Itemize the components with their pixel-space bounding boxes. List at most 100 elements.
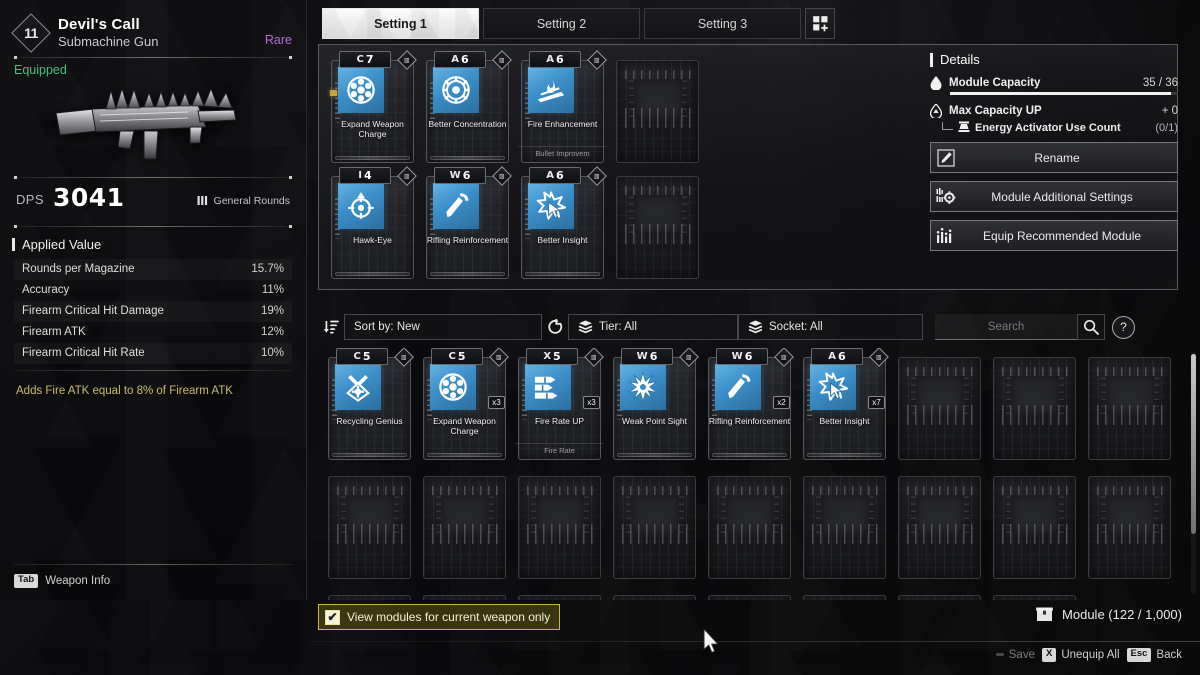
module-card-footer — [525, 272, 600, 276]
sort-by-label: Sort by: New — [354, 321, 420, 333]
details-header: Details — [930, 52, 1178, 67]
module-slot-body — [328, 595, 411, 600]
module-name: Fire Rate UP — [534, 416, 585, 426]
stat-row: Firearm Critical Hit Damage 19% — [14, 301, 292, 322]
module-socket-symbol: C — [448, 350, 456, 362]
module-slot-empty[interactable] — [702, 586, 797, 600]
module-card-footer — [332, 453, 407, 457]
module-card[interactable]: W 6 ▥ Weak Point Sight — [607, 348, 702, 463]
module-quantity-badge: x3 — [488, 396, 505, 409]
help-button[interactable]: ? — [1112, 315, 1135, 339]
tab-setting-2[interactable]: Setting 2 — [483, 8, 640, 39]
recycle-arrows-icon — [335, 364, 381, 410]
weapon-info-key: Tab — [14, 574, 39, 588]
sort-descending-icon[interactable] — [318, 319, 344, 335]
droplet-icon — [930, 76, 942, 90]
module-cost-value: 6 — [461, 53, 469, 66]
module-card[interactable]: A 6 ▥ x7 Better Insight — [797, 348, 892, 463]
module-slot-empty[interactable] — [607, 467, 702, 582]
module-count: Module (122 / 1,000) — [1036, 606, 1182, 622]
add-setting-button[interactable] — [805, 8, 835, 39]
module-slot-empty[interactable] — [1082, 467, 1177, 582]
module-slot-empty[interactable] — [797, 467, 892, 582]
module-slot-empty[interactable] — [322, 586, 417, 600]
dps-label: DPS — [16, 191, 44, 207]
stat-row: Accuracy 11% — [14, 280, 292, 301]
module-tier-badge: ▥ — [774, 348, 794, 367]
module-card[interactable]: W 6 ▥ x2 Rifling Reinforcement — [702, 348, 797, 463]
sort-by-dropdown[interactable]: Sort by: New — [344, 314, 542, 340]
module-tier-badge: ▥ — [394, 348, 414, 367]
weapon-info-hint[interactable]: Tab Weapon Info — [0, 574, 307, 600]
module-card[interactable]: I 4 ▥ Hawk-Eye — [325, 166, 420, 282]
details-title: Details — [940, 52, 980, 67]
stat-name: Firearm ATK — [22, 326, 86, 339]
module-card[interactable]: A 6 ▥ Fire Enhancement Bullet Improvem — [515, 50, 610, 166]
module-slot-empty[interactable] — [797, 586, 892, 600]
tier-filter-dropdown[interactable]: Tier: All — [568, 314, 738, 340]
socket-filter-dropdown[interactable]: Socket: All — [738, 314, 923, 340]
module-slot-empty[interactable] — [512, 586, 607, 600]
module-card[interactable]: A 6 ▥ Better Concentration — [420, 50, 515, 166]
module-slot-empty[interactable] — [702, 467, 797, 582]
inventory-scrollbar-thumb[interactable] — [1191, 354, 1196, 534]
module-cost-value: 5 — [553, 350, 561, 363]
module-card[interactable]: A 6 ▥ Better Insight — [515, 166, 610, 282]
module-slot-empty[interactable] — [417, 467, 512, 582]
module-slot-empty[interactable] — [610, 51, 705, 166]
max-capacity-value: + 0 — [1161, 105, 1178, 117]
module-tier-badge: ▥ — [587, 166, 607, 186]
module-slot-empty[interactable] — [987, 586, 1082, 600]
general-rounds-icon — [197, 196, 207, 206]
module-slot-empty[interactable] — [322, 467, 417, 582]
module-card[interactable]: X 5 ▥ x3 Fire Rate UP Fire Rate — [512, 348, 607, 463]
module-cost-value: 6 — [838, 350, 846, 363]
module-slot-empty[interactable] — [892, 586, 987, 600]
module-slot-empty[interactable] — [1082, 348, 1177, 463]
module-slot-empty[interactable] — [892, 467, 987, 582]
divider — [307, 641, 1200, 642]
module-slot-body — [1088, 357, 1171, 460]
key-hint[interactable]: Esc Back — [1126, 648, 1182, 662]
module-slot-body — [708, 595, 791, 600]
module-slot-empty[interactable] — [610, 167, 705, 282]
applied-value-header: Applied Value — [0, 227, 306, 259]
module-card-footer — [430, 156, 505, 160]
equip-recommended-module-button[interactable]: Equip Recommended Module — [930, 220, 1178, 251]
key-hint-key: X — [1041, 648, 1057, 662]
module-slot-body — [898, 595, 981, 600]
module-card[interactable]: W 6 ▥ Rifling Reinforcement — [420, 166, 515, 282]
module-slot-empty[interactable] — [892, 348, 987, 463]
module-card[interactable]: C 7 ▥ Expand Weapon Charge — [325, 50, 420, 166]
max-capacity-label: Max Capacity UP — [949, 105, 1042, 117]
module-card[interactable]: C 5 ▥ Recycling Genius — [322, 348, 417, 463]
search-button[interactable] — [1077, 314, 1105, 340]
key-hint[interactable]: X Unequip All — [1041, 648, 1120, 662]
module-additional-settings-button[interactable]: Module Additional Settings — [930, 181, 1178, 212]
module-cost-badge: W 6 — [434, 167, 486, 184]
module-card-footer — [807, 453, 882, 457]
module-card-footer — [335, 156, 410, 160]
module-card[interactable]: C 5 ▥ x3 Expand Weapon Charge — [417, 348, 512, 463]
key-hint[interactable]: Save — [995, 649, 1035, 661]
socket-filter-label: Socket: All — [769, 321, 823, 333]
module-socket-symbol: A — [546, 169, 555, 181]
current-weapon-only-checkbox[interactable]: ✔ View modules for current weapon only — [318, 604, 561, 630]
weapon-level-value: 11 — [24, 25, 38, 42]
module-slot-empty[interactable] — [987, 467, 1082, 582]
module-slot-empty[interactable] — [512, 467, 607, 582]
module-cost-badge: A 6 — [434, 51, 486, 68]
module-card-footer — [430, 272, 505, 276]
module-slot-empty[interactable] — [987, 348, 1082, 463]
module-name: Weak Point Sight — [621, 416, 688, 426]
rename-button[interactable]: Rename — [930, 142, 1178, 173]
weapon-name: Devil's Call — [58, 16, 140, 33]
module-slot-empty[interactable] — [607, 586, 702, 600]
search-input[interactable]: Search — [935, 314, 1077, 340]
stat-row: Firearm Critical Hit Rate 10% — [14, 343, 292, 364]
tab-setting-3[interactable]: Setting 3 — [644, 8, 801, 39]
reset-circle-icon[interactable] — [542, 318, 568, 336]
tab-setting-1[interactable]: Setting 1 — [322, 8, 479, 39]
module-name: Better Concentration — [428, 119, 507, 129]
module-slot-empty[interactable] — [417, 586, 512, 600]
